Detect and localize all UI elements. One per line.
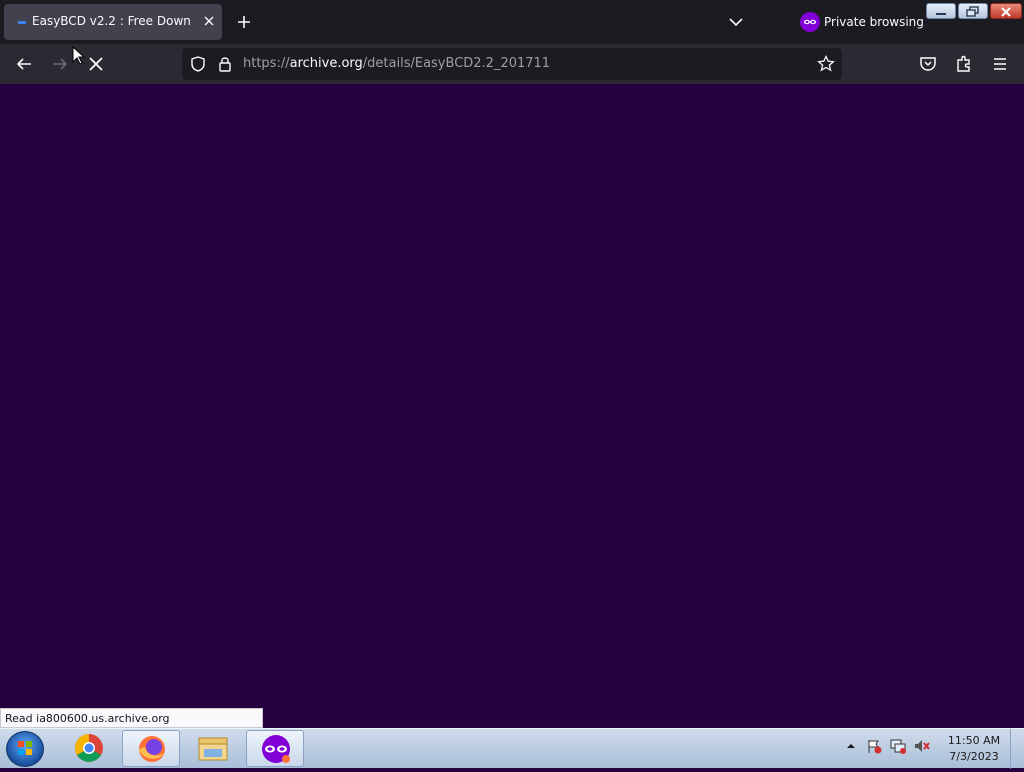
navigation-toolbar: https://archive.org/details/EasyBCD2.2_2… — [0, 44, 1024, 84]
list-all-tabs-icon[interactable] — [724, 10, 748, 34]
archive-favicon-icon — [18, 21, 26, 24]
url-host: archive.org — [289, 56, 363, 71]
app-menu-hamburger-icon[interactable] — [988, 52, 1012, 76]
back-icon[interactable] — [12, 52, 36, 76]
restore-button[interactable] — [958, 3, 988, 19]
volume-muted-icon[interactable] — [913, 737, 931, 755]
tab-easybcd[interactable]: EasyBCD v2.2 : Free Download, Borrow, an… — [4, 4, 222, 40]
page-content-area — [0, 84, 1024, 728]
taskbar-firefox-icon[interactable] — [122, 730, 180, 767]
extensions-puzzle-icon[interactable] — [952, 52, 976, 76]
minimize-button[interactable] — [926, 3, 956, 19]
forward-icon[interactable] — [48, 52, 72, 76]
system-clock[interactable]: 11:50 AM 7/3/2023 — [944, 733, 1004, 765]
taskbar-chrome-icon[interactable] — [60, 730, 118, 767]
windows-taskbar: 11:50 AM 7/3/2023 — [0, 728, 1024, 769]
tab-title: EasyBCD v2.2 : Free Download, Borrow, an… — [32, 14, 192, 28]
stop-loading-icon[interactable] — [84, 52, 108, 76]
url-scheme: https:// — [243, 56, 290, 71]
url-path: /details/EasyBCD2.2_201711 — [362, 56, 551, 71]
close-window-button[interactable] — [990, 3, 1022, 19]
address-bar[interactable]: https://archive.org/details/EasyBCD2.2_2… — [182, 48, 842, 80]
action-center-flag-icon[interactable] — [865, 737, 883, 755]
mouse-cursor-icon — [72, 45, 86, 66]
url-text[interactable]: https://archive.org/details/EasyBCD2.2_2… — [243, 56, 550, 71]
tab-close-icon[interactable] — [198, 10, 220, 32]
clock-time: 11:50 AM — [947, 734, 1001, 747]
taskbar-explorer-folder-icon[interactable] — [184, 730, 242, 767]
secure-lock-icon[interactable] — [215, 54, 235, 78]
show-hidden-icons-icon[interactable] — [842, 737, 860, 755]
tab-bar: EasyBCD v2.2 : Free Download, Borrow, an… — [0, 0, 1024, 44]
private-mask-icon — [800, 12, 820, 32]
bookmark-star-icon[interactable] — [816, 54, 836, 78]
pocket-icon[interactable] — [916, 52, 940, 76]
private-browsing-label: Private browsing — [824, 15, 924, 29]
show-desktop-button[interactable] — [1010, 729, 1024, 769]
start-button[interactable] — [6, 731, 44, 767]
new-tab-icon[interactable] — [232, 10, 256, 34]
taskbar-firefox-private-icon[interactable] — [246, 730, 304, 767]
network-icon[interactable] — [889, 737, 907, 755]
status-bar: Read ia800600.us.archive.org — [0, 708, 263, 728]
tracking-protection-shield-icon[interactable] — [188, 54, 208, 78]
clock-date: 7/3/2023 — [949, 750, 999, 763]
